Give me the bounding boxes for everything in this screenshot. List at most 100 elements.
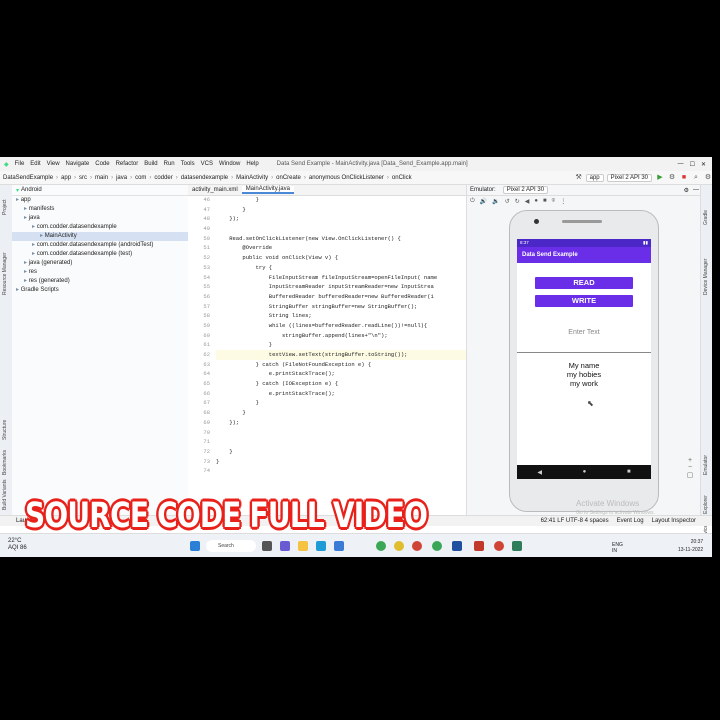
tree-item[interactable]: ▸ res (12, 268, 188, 277)
structure-tool-tab[interactable]: Structure (2, 420, 8, 440)
breadcrumb-item[interactable]: src (76, 175, 90, 181)
breadcrumb-item[interactable]: codder (151, 175, 175, 181)
run-icon[interactable]: ▶ (656, 174, 664, 182)
menu-item[interactable]: Tools (181, 161, 195, 167)
recents-nav-icon[interactable]: ■ (627, 469, 631, 475)
hammer-icon[interactable]: ⚒ (575, 174, 583, 182)
stop-icon[interactable]: ■ (680, 174, 688, 182)
code-area[interactable]: } } }); Read.setOnClickListener(new View… (216, 195, 466, 515)
menu-item[interactable]: Code (95, 161, 109, 167)
breadcrumb-item[interactable]: main (92, 175, 111, 181)
project-tool-tab[interactable]: Project (2, 199, 8, 215)
menu-item[interactable]: Help (246, 161, 258, 167)
cursor-position[interactable]: 62:41 LF UTF-8 4 spaces (541, 518, 609, 524)
app-icon[interactable] (474, 541, 484, 551)
menu-item[interactable]: Navigate (66, 161, 90, 167)
breadcrumb-item[interactable]: anonymous OnClickListener (306, 175, 387, 181)
breadcrumb-item[interactable]: DataSendExample (0, 175, 56, 181)
rotate-right-icon[interactable]: ↻ (515, 198, 520, 205)
language-indicator[interactable]: ENG IN (612, 542, 626, 554)
editor-tab[interactable]: activity_main.xml (188, 187, 242, 193)
camera-icon[interactable]: ⌾ (552, 198, 556, 205)
menu-item[interactable]: Window (219, 161, 240, 167)
zoom-out-icon[interactable]: − (685, 464, 695, 471)
zoom-in-icon[interactable]: + (685, 457, 695, 464)
build-variants-tool-tab[interactable]: Build Variants (2, 480, 8, 510)
emulator-tool-tab[interactable]: Emulator (703, 455, 709, 475)
settings-icon[interactable]: ⚙ (684, 187, 689, 194)
back-nav-icon[interactable]: ◀ (537, 469, 542, 476)
app-icon[interactable] (452, 541, 462, 551)
menu-item[interactable]: VCS (201, 161, 213, 167)
layout-inspector-button[interactable]: Layout Inspector (652, 518, 696, 524)
power-icon[interactable]: ⏻ (470, 198, 475, 205)
tree-item[interactable]: ▸ com.codder.datasendexample (test) (12, 250, 188, 259)
menu-item[interactable]: Refactor (116, 161, 139, 167)
tree-item[interactable]: ▸ java (generated) (12, 259, 188, 268)
explorer-icon[interactable] (298, 541, 308, 551)
chrome-icon[interactable] (376, 541, 386, 551)
menu-item[interactable]: Run (164, 161, 175, 167)
menu-item[interactable]: Edit (30, 161, 40, 167)
event-log-button[interactable]: Event Log (617, 518, 644, 524)
run-config-select[interactable]: app (585, 173, 604, 182)
breadcrumb-item[interactable]: com (132, 175, 149, 181)
write-button[interactable]: WRITE (535, 295, 633, 307)
more-icon[interactable]: ⋮ (560, 198, 566, 205)
back-icon[interactable]: ◀ (525, 198, 530, 205)
clock[interactable]: 20:37 13-11-2022 (678, 538, 703, 554)
tree-item[interactable]: ▸ manifests (12, 205, 188, 214)
start-icon[interactable] (190, 541, 200, 551)
resource-manager-tool-tab[interactable]: Resource Manager (2, 252, 8, 295)
breadcrumb-item[interactable]: MainActivity (233, 175, 271, 181)
tree-item[interactable]: ▸ Gradle Scripts (12, 286, 188, 295)
edge-icon[interactable] (316, 541, 326, 551)
gradle-tool-tab[interactable]: Gradle (703, 210, 709, 225)
rotate-left-icon[interactable]: ↺ (505, 198, 510, 205)
chrome-icon[interactable] (412, 541, 422, 551)
breadcrumb-item[interactable]: datasendexample (178, 175, 231, 181)
task-view-icon[interactable] (262, 541, 272, 551)
store-icon[interactable] (334, 541, 344, 551)
tree-item[interactable]: ▸ com.codder.datasendexample (12, 223, 188, 232)
volume-down-icon[interactable]: 🔉 (492, 198, 499, 205)
project-view-select[interactable]: Android (21, 187, 42, 193)
read-button[interactable]: READ (535, 277, 633, 289)
home-nav-icon[interactable]: ● (583, 469, 587, 475)
tree-item[interactable]: ▸ res (generated) (12, 277, 188, 286)
chrome-icon[interactable] (432, 541, 442, 551)
maximize-icon[interactable]: ☐ (690, 161, 695, 168)
menu-item[interactable]: View (47, 161, 60, 167)
editor-tab[interactable]: MainActivity.java (241, 186, 294, 194)
menu-item[interactable]: Build (144, 161, 157, 167)
tree-item[interactable]: ▸ app (12, 196, 188, 205)
overview-icon[interactable]: ■ (543, 198, 547, 204)
search-icon[interactable]: ⌕ (692, 174, 700, 182)
home-icon[interactable]: ● (534, 198, 538, 204)
settings-icon[interactable]: ⚙ (704, 174, 712, 182)
device-manager-tool-tab[interactable]: Device Manager (703, 259, 709, 295)
minimize-panel-icon[interactable]: — (693, 187, 699, 193)
chrome-icon[interactable] (394, 541, 404, 551)
breadcrumb-item[interactable]: onClick (389, 175, 415, 181)
bookmarks-tool-tab[interactable]: Bookmarks (2, 450, 8, 475)
fit-icon[interactable]: ▢ (685, 471, 695, 479)
tree-item[interactable]: ▸ MainActivity (12, 232, 188, 241)
breadcrumb-item[interactable]: onCreate (273, 175, 304, 181)
weather-widget[interactable]: 22°C AQI 86 (8, 538, 27, 552)
android-studio-icon[interactable] (512, 541, 522, 551)
device-select[interactable]: Pixel 2 API 30 (606, 173, 652, 182)
teams-icon[interactable] (280, 541, 290, 551)
close-icon[interactable]: ✕ (701, 161, 706, 168)
breadcrumb-item[interactable]: app (58, 175, 74, 181)
breadcrumb-item[interactable]: java (113, 175, 130, 181)
tree-item[interactable]: ▸ java (12, 214, 188, 223)
text-input[interactable]: Enter Text (517, 329, 651, 336)
debug-icon[interactable]: ⚙ (668, 174, 676, 182)
chrome-icon[interactable] (494, 541, 504, 551)
tree-item[interactable]: ▸ com.codder.datasendexample (androidTes… (12, 241, 188, 250)
volume-up-icon[interactable]: 🔊 (480, 198, 487, 205)
search-box[interactable]: Search (206, 540, 256, 552)
menu-item[interactable]: File (15, 161, 25, 167)
emulator-tab[interactable]: Pixel 2 API 30 (502, 186, 549, 194)
